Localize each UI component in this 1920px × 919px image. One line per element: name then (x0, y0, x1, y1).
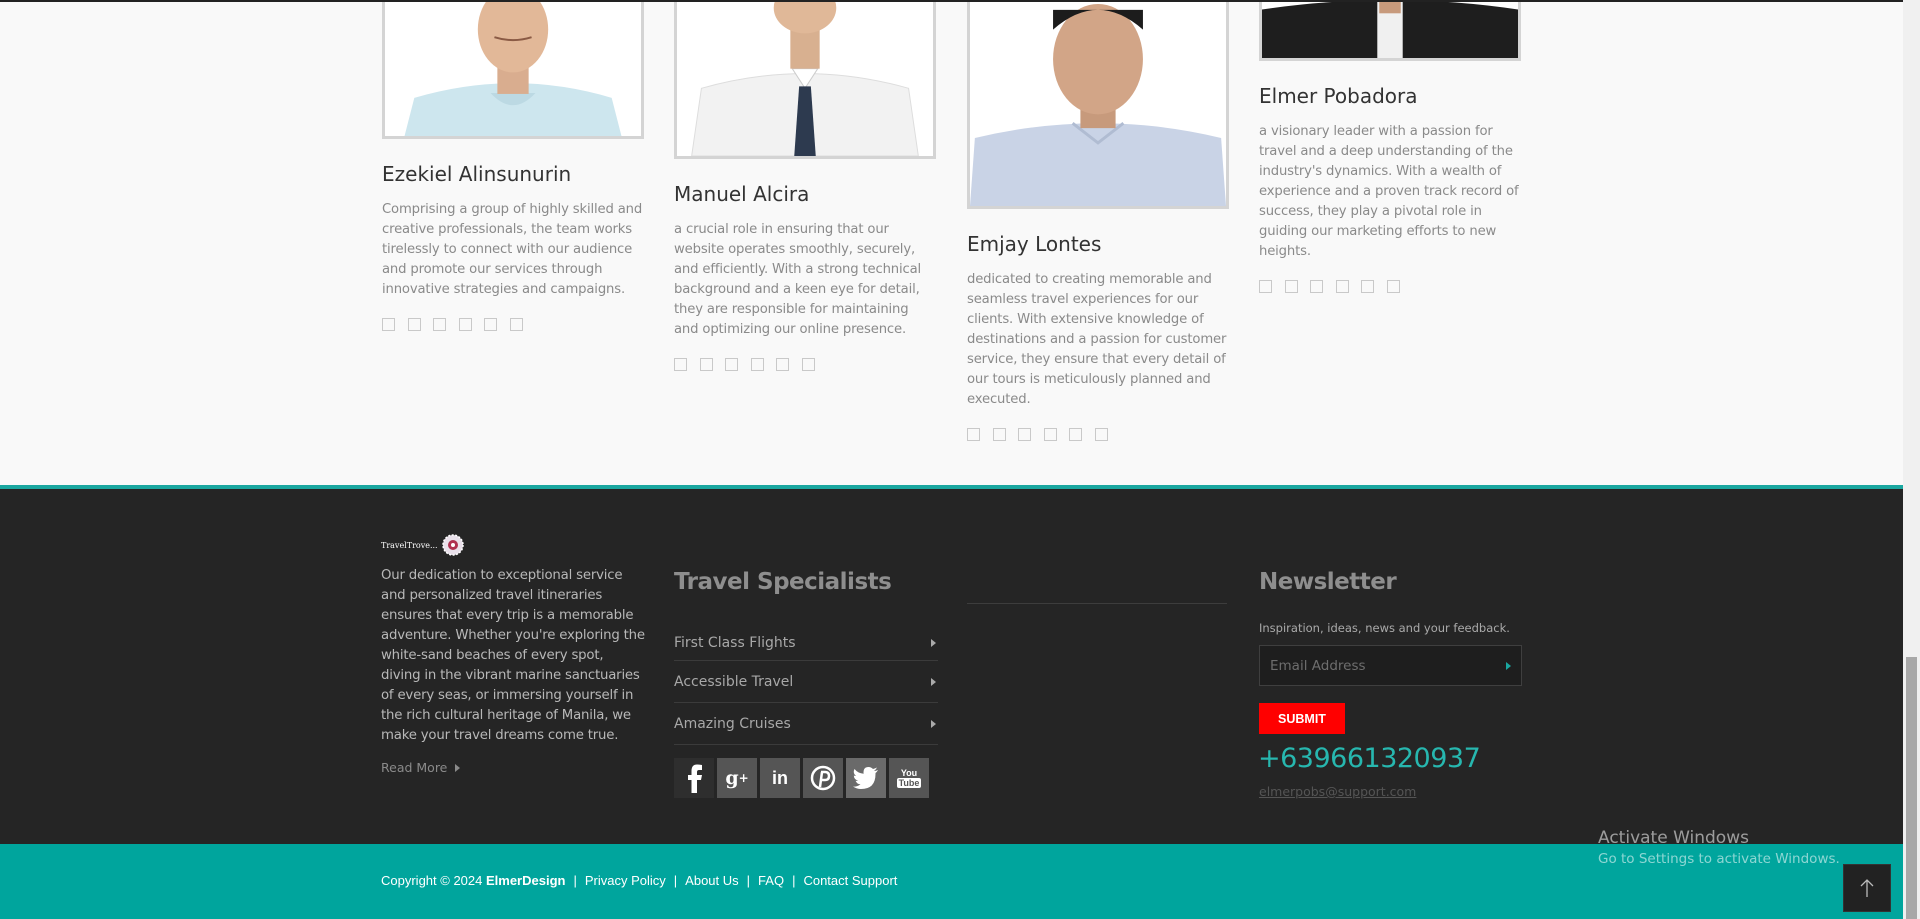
star-icon[interactable] (1018, 428, 1031, 441)
star-icon[interactable] (1310, 280, 1323, 293)
submit-button[interactable]: SUBMIT (1259, 703, 1345, 734)
star-icon[interactable] (776, 358, 789, 371)
logo-emblem-icon (441, 534, 464, 556)
team-member-description: Comprising a group of highly skilled and… (382, 202, 643, 297)
contact-support-link[interactable]: Contact Support (803, 873, 897, 888)
star-icon[interactable] (699, 358, 713, 371)
team-member-name: Emjay Lontes (967, 232, 1102, 256)
team-member-photo (1259, 0, 1521, 61)
email-input[interactable] (1260, 646, 1521, 685)
google-plus-icon[interactable]: g + (717, 758, 757, 798)
star-icon[interactable] (1335, 280, 1349, 293)
caret-right-icon (931, 719, 936, 728)
read-more-link[interactable]: Read More (381, 760, 461, 775)
team-member-description: a visionary leader with a passion for tr… (1259, 124, 1519, 259)
top-border (0, 0, 1903, 2)
windows-activation-watermark: Activate Windows Go to Settings to activ… (1598, 828, 1840, 867)
star-rating (674, 358, 815, 371)
watermark-title: Activate Windows (1598, 828, 1749, 848)
separator: | (673, 873, 678, 888)
separator: | (573, 873, 577, 888)
logo-text: TravelTrove... (381, 540, 438, 550)
star-icon[interactable] (967, 428, 980, 441)
footer-about-text: Our dedication to exceptional service an… (381, 568, 645, 743)
footer-divider (967, 603, 1227, 604)
star-icon[interactable] (1386, 280, 1400, 293)
star-icon[interactable] (1284, 280, 1298, 293)
newsletter-text: Inspiration, ideas, news and your feedba… (1259, 621, 1510, 635)
star-icon[interactable] (674, 358, 687, 371)
star-icon[interactable] (382, 318, 395, 331)
team-member-description: dedicated to creating memorable and seam… (967, 272, 1227, 407)
phone-number[interactable]: +639661320937 (1258, 743, 1481, 774)
about-us-link[interactable]: About Us (685, 873, 738, 888)
footer-link-accessible-travel[interactable]: Accessible Travel (674, 661, 938, 703)
star-icon[interactable] (407, 318, 421, 331)
team-member-name: Manuel Alcira (674, 182, 810, 206)
star-icon[interactable] (1259, 280, 1272, 293)
brand-name: ElmerDesign (485, 873, 566, 888)
support-email-link[interactable]: elmerpobs@support.com (1259, 784, 1416, 799)
caret-right-icon (931, 677, 936, 686)
footer-logo[interactable]: TravelTrove... (381, 533, 465, 557)
privacy-policy-link[interactable]: Privacy Policy (585, 873, 666, 888)
site-footer: TravelTrove... Our dedication to excepti… (0, 485, 1903, 844)
team-member-description: a crucial role in ensuring that our webs… (674, 222, 922, 337)
link-label: Amazing Cruises (674, 715, 791, 732)
star-rating (1259, 280, 1400, 293)
team-member-photo (382, 0, 644, 139)
pinterest-icon[interactable] (803, 758, 843, 798)
star-icon[interactable] (750, 358, 764, 371)
copyright-line: Copyright © 2024 ElmerDesign | Privacy P… (381, 873, 897, 888)
team-member-name: Ezekiel Alinsunurin (382, 162, 572, 186)
caret-right-icon[interactable] (1506, 662, 1511, 670)
arrow-up-icon (1860, 879, 1874, 897)
scrollbar-thumb[interactable] (1906, 657, 1917, 919)
caret-right-icon (455, 763, 461, 772)
team-member-photo (967, 0, 1229, 209)
star-icon[interactable] (458, 318, 472, 331)
team-section: Ezekiel Alinsunurin Comprising a group o… (0, 0, 1903, 485)
facebook-icon[interactable] (674, 758, 714, 798)
star-icon[interactable] (509, 318, 523, 331)
newsletter-title: Newsletter (1259, 569, 1397, 595)
star-icon[interactable] (1361, 280, 1374, 293)
watermark-subtitle: Go to Settings to activate Windows. (1598, 851, 1840, 867)
team-member-name: Elmer Pobadora (1259, 84, 1418, 108)
footer-link-first-class-flights[interactable]: First Class Flights (674, 625, 938, 661)
star-rating (967, 428, 1108, 441)
email-field-wrapper (1259, 645, 1522, 686)
star-icon[interactable] (484, 318, 497, 331)
footer-link-amazing-cruises[interactable]: Amazing Cruises (674, 703, 938, 745)
star-icon[interactable] (1094, 428, 1108, 441)
caret-right-icon (931, 638, 936, 647)
social-links: g + in You Tube (674, 758, 929, 798)
separator: | (746, 873, 751, 888)
twitter-icon[interactable] (846, 758, 886, 798)
faq-link[interactable]: FAQ (758, 873, 784, 888)
separator: | (792, 873, 796, 888)
star-icon[interactable] (1043, 428, 1057, 441)
link-label: First Class Flights (674, 634, 796, 651)
star-icon[interactable] (1069, 428, 1082, 441)
star-icon[interactable] (801, 358, 815, 371)
star-icon[interactable] (725, 358, 738, 371)
link-label: Accessible Travel (674, 673, 794, 690)
back-to-top-button[interactable] (1843, 864, 1891, 912)
travel-specialists-title: Travel Specialists (674, 569, 892, 595)
specialists-links: First Class Flights Accessible Travel Am… (674, 625, 938, 745)
star-icon[interactable] (433, 318, 446, 331)
star-rating (382, 318, 523, 331)
team-member-photo (674, 0, 936, 159)
star-icon[interactable] (992, 428, 1006, 441)
read-more-label: Read More (381, 760, 448, 775)
copyright-text: Copyright © 2024 ElmerDesign (381, 873, 566, 888)
linkedin-icon[interactable]: in (760, 758, 800, 798)
youtube-icon[interactable]: You Tube (889, 758, 929, 798)
